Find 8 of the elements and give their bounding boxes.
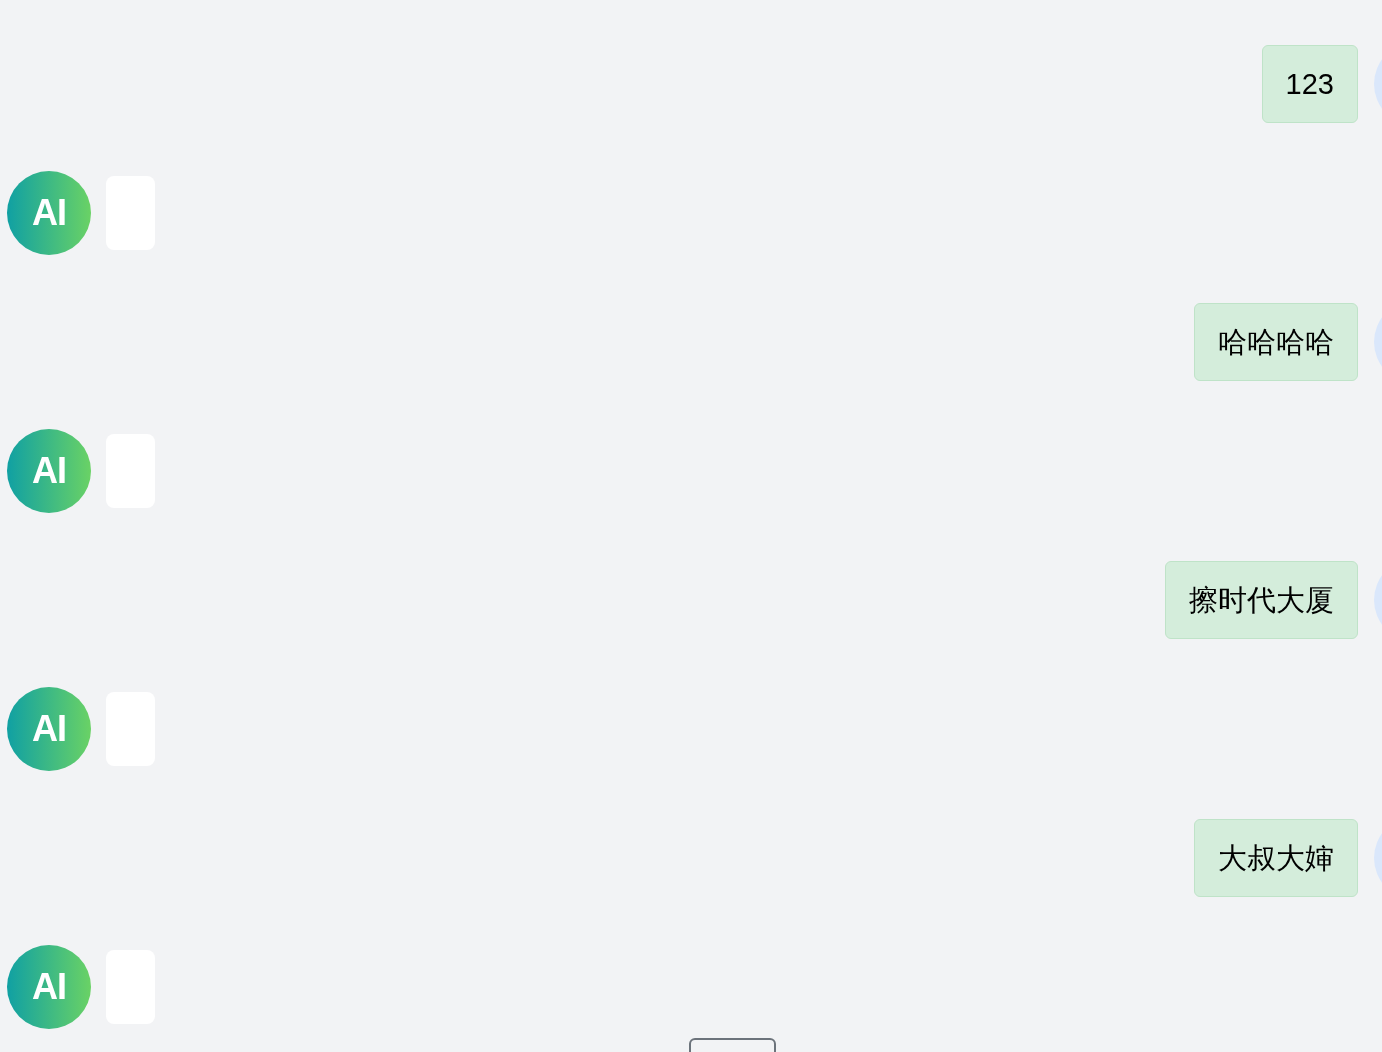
ai-avatar: AI (7, 687, 91, 771)
ai-avatar: AI (7, 945, 91, 1029)
message-bubble: 大叔大婶 (1194, 819, 1358, 897)
ai-avatar: AI (7, 171, 91, 255)
message-bubble: 123 (1261, 45, 1358, 123)
message-bubble: 擦时代大厦 (1165, 561, 1358, 639)
message-bubble: 哈哈哈哈 (1194, 303, 1358, 381)
ai-avatar: AI (7, 429, 91, 513)
